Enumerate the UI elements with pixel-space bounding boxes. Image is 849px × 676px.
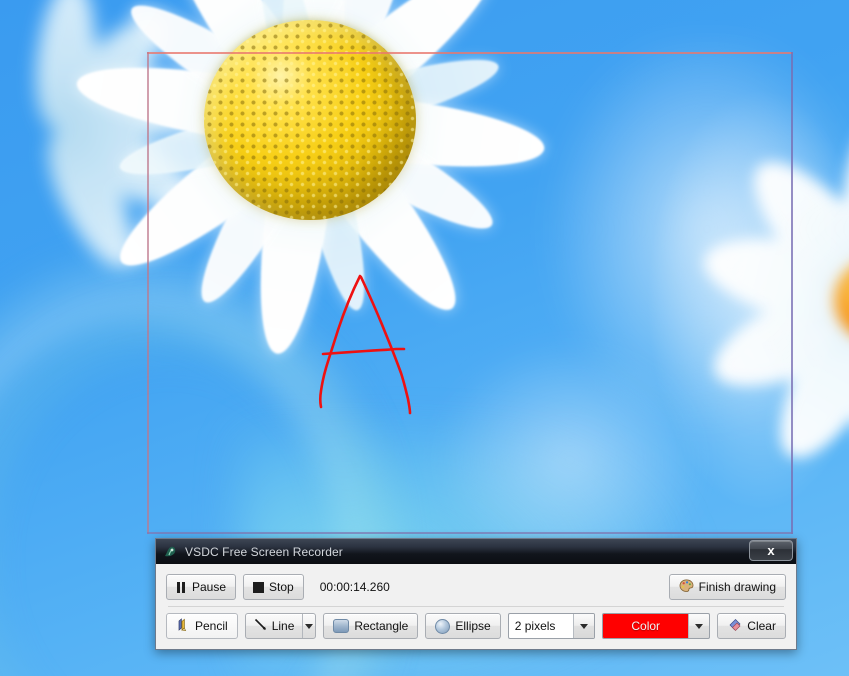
stop-label: Stop	[269, 580, 294, 594]
chevron-down-icon	[580, 623, 589, 629]
window-title: VSDC Free Screen Recorder	[185, 544, 343, 559]
toolbar-transport: Pause Stop 00:00:14.260 Finish drawing	[156, 564, 796, 606]
color-picker: Color	[602, 613, 711, 639]
pencil-label: Pencil	[195, 619, 228, 633]
line-tool-split-button: Line	[244, 613, 317, 639]
chevron-down-icon	[695, 623, 704, 629]
stop-icon	[253, 581, 265, 593]
clear-label: Clear	[747, 619, 776, 633]
thickness-combobox[interactable]: 2 pixels	[507, 613, 596, 639]
line-icon	[254, 618, 267, 634]
color-swatch[interactable]: Color	[603, 614, 689, 638]
pencil-icon	[176, 617, 190, 635]
color-label: Color	[631, 619, 661, 633]
line-label: Line	[271, 619, 295, 633]
close-icon: x	[767, 543, 775, 558]
app-icon	[163, 544, 179, 560]
pause-button[interactable]: Pause	[166, 574, 237, 600]
ellipse-icon	[435, 618, 451, 634]
pause-label: Pause	[192, 580, 227, 594]
palette-icon	[679, 579, 694, 596]
line-tool-dropdown-button[interactable]	[302, 614, 315, 638]
clear-button[interactable]: Clear	[717, 613, 786, 639]
daisy-center	[204, 20, 416, 220]
vsdc-recorder-window: VSDC Free Screen Recorder x Pause Stop 0…	[155, 538, 797, 650]
thickness-value: 2 pixels	[514, 619, 556, 633]
ellipse-tool-button[interactable]: Ellipse	[425, 613, 501, 639]
finish-drawing-button[interactable]: Finish drawing	[668, 574, 786, 600]
rectangle-tool-button[interactable]: Rectangle	[323, 613, 419, 639]
ellipse-label: Ellipse	[455, 619, 491, 633]
eraser-icon	[727, 618, 742, 635]
rectangle-icon	[333, 619, 350, 633]
rectangle-label: Rectangle	[354, 619, 409, 633]
color-dropdown-button[interactable]	[688, 614, 709, 638]
window-titlebar[interactable]: VSDC Free Screen Recorder x	[156, 539, 796, 564]
daisy-center-texture	[204, 20, 416, 220]
stop-button[interactable]: Stop	[243, 574, 304, 600]
window-body: Pause Stop 00:00:14.260 Finish drawing P…	[156, 564, 796, 649]
thickness-dropdown-button[interactable]	[573, 614, 595, 638]
line-tool-button[interactable]: Line	[246, 614, 303, 638]
pencil-tool-button[interactable]: Pencil	[166, 613, 238, 639]
pause-icon	[176, 581, 187, 593]
chevron-down-icon	[305, 623, 314, 629]
screen: VSDC Free Screen Recorder x Pause Stop 0…	[0, 0, 849, 676]
close-button[interactable]: x	[749, 540, 793, 561]
finish-drawing-label: Finish drawing	[698, 580, 776, 594]
recording-timer: 00:00:14.260	[319, 580, 390, 594]
toolbar-drawing-tools: Pencil Line Rectangle Ellipse 2 pixels C…	[156, 607, 796, 645]
